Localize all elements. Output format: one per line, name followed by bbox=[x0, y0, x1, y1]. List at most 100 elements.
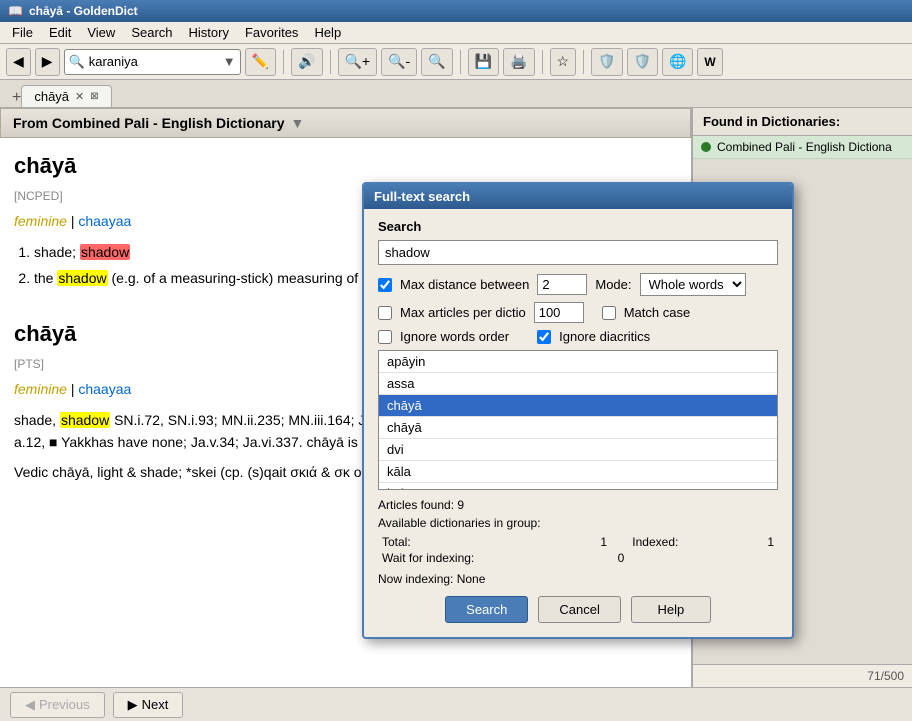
next-button[interactable]: ▶ Next bbox=[113, 692, 184, 718]
highlight-shadow-red: shadow bbox=[80, 244, 130, 260]
ignore-order-label: Ignore words order bbox=[400, 329, 509, 344]
entry-title-1: chāyā bbox=[14, 148, 677, 183]
fts-cancel-button[interactable]: Cancel bbox=[538, 596, 620, 623]
dicts-table: Total: 1 Indexed: 1 Wait for indexing: 0 bbox=[378, 534, 778, 566]
chaayaa-link-1[interactable]: chaayaa bbox=[78, 213, 131, 229]
wait-value: 0 bbox=[596, 550, 628, 566]
zoom-out-button[interactable]: 🔍- bbox=[381, 48, 417, 76]
back-button[interactable]: ◀ bbox=[6, 48, 31, 76]
fts-search-label: Search bbox=[378, 219, 778, 234]
prev-label: Previous bbox=[39, 697, 90, 712]
fts-search-input[interactable]: shadow bbox=[378, 240, 778, 265]
result-item-kala1[interactable]: kāla bbox=[379, 461, 777, 483]
stats-total-row: Total: 1 Indexed: 1 bbox=[378, 534, 778, 550]
stats-wait-row: Wait for indexing: 0 bbox=[378, 550, 778, 566]
found-header: Found in Dictionaries: bbox=[693, 108, 912, 136]
bookmark-button[interactable]: ☆ bbox=[550, 48, 577, 76]
save-button[interactable]: 💾 bbox=[468, 48, 499, 76]
menu-search[interactable]: Search bbox=[123, 23, 180, 42]
dropdown-arrow-icon[interactable]: ▼ bbox=[223, 54, 236, 69]
fts-title: Full-text search bbox=[374, 189, 470, 204]
security1-button[interactable]: 🛡️ bbox=[591, 48, 622, 76]
ignore-order-checkbox[interactable] bbox=[378, 330, 392, 344]
word-search-combo[interactable]: 🔍 karaniya ▼ bbox=[64, 49, 241, 75]
mode-label: Mode: bbox=[595, 277, 631, 292]
indexed-value: 1 bbox=[746, 534, 778, 550]
dict-header-text: From Combined Pali - English Dictionary bbox=[13, 115, 284, 131]
fts-dialog: Full-text search Search shadow Max dista… bbox=[362, 182, 794, 639]
max-distance-checkbox[interactable] bbox=[378, 278, 392, 292]
audio-button[interactable]: 🔊 bbox=[291, 48, 322, 76]
dict-result-label: Combined Pali - English Dictiona bbox=[717, 140, 892, 154]
match-case-checkbox[interactable] bbox=[602, 306, 616, 320]
navbar: ◀ Previous ▶ Next bbox=[0, 687, 912, 721]
result-item-chaya1[interactable]: chāyā bbox=[379, 395, 777, 417]
menubar: File Edit View Search History Favorites … bbox=[0, 22, 912, 44]
highlight-shadow-yellow: shadow bbox=[57, 270, 107, 286]
new-tab-button[interactable]: + bbox=[12, 89, 21, 107]
fts-search-button[interactable]: Search bbox=[445, 596, 528, 623]
next-label: Next bbox=[142, 697, 169, 712]
menu-favorites[interactable]: Favorites bbox=[237, 23, 306, 42]
max-articles-input[interactable]: 100 bbox=[534, 302, 584, 323]
fts-max-distance-row: Max distance between 2 Mode: Whole words… bbox=[378, 273, 778, 296]
fts-help-button[interactable]: Help bbox=[631, 596, 711, 623]
app-title: chāyā - GoldenDict bbox=[29, 4, 138, 18]
scan-button[interactable]: ✏️ bbox=[245, 48, 276, 76]
feminine-label-1: feminine bbox=[14, 213, 67, 229]
titlebar: 📖 chāyā - GoldenDict bbox=[0, 0, 912, 22]
tabbar: + chāyā ✕ ⊠ bbox=[0, 80, 912, 108]
ignore-diacritics-checkbox[interactable] bbox=[537, 330, 551, 344]
prev-icon: ◀ bbox=[25, 697, 35, 713]
translate-button[interactable]: 🌐 bbox=[662, 48, 693, 76]
toolbar-separator3 bbox=[460, 50, 461, 74]
tab-close-button[interactable]: ✕ bbox=[75, 90, 84, 103]
word-search-input[interactable]: karaniya bbox=[89, 54, 219, 69]
dict-dot-icon bbox=[701, 142, 711, 152]
max-articles-checkbox[interactable] bbox=[378, 306, 392, 320]
toolbar-separator4 bbox=[542, 50, 543, 74]
tab-chaya[interactable]: chāyā ✕ ⊠ bbox=[21, 85, 111, 107]
ignore-diacritics-label: Ignore diacritics bbox=[559, 329, 650, 344]
result-item-assa[interactable]: assa bbox=[379, 373, 777, 395]
print-button[interactable]: 🖨️ bbox=[503, 48, 534, 76]
menu-view[interactable]: View bbox=[79, 23, 123, 42]
tab-maximize-icon[interactable]: ⊠ bbox=[90, 91, 98, 102]
max-distance-label: Max distance between bbox=[400, 277, 529, 292]
next-icon: ▶ bbox=[128, 697, 138, 713]
dict-header: From Combined Pali - English Dictionary … bbox=[0, 108, 691, 138]
dict-result-item[interactable]: Combined Pali - English Dictiona bbox=[693, 136, 912, 159]
wait-label: Wait for indexing: bbox=[378, 550, 596, 566]
total-value: 1 bbox=[596, 534, 628, 550]
wiki-button[interactable]: W bbox=[697, 48, 722, 76]
app-icon: 📖 bbox=[8, 4, 23, 18]
result-item-kala2[interactable]: kāla bbox=[379, 483, 777, 490]
result-item-dvi[interactable]: dvi bbox=[379, 439, 777, 461]
indexed-label: Indexed: bbox=[628, 534, 746, 550]
security2-button[interactable]: 🛡️ bbox=[627, 48, 658, 76]
menu-help[interactable]: Help bbox=[306, 23, 349, 42]
zoom-in-button[interactable]: 🔍+ bbox=[338, 48, 378, 76]
prev-button[interactable]: ◀ Previous bbox=[10, 692, 105, 718]
highlight-shadow-2: shadow bbox=[60, 412, 110, 428]
toolbar-separator5 bbox=[583, 50, 584, 74]
result-item-chaya2[interactable]: chāyā bbox=[379, 417, 777, 439]
menu-file[interactable]: File bbox=[4, 23, 41, 42]
max-distance-input[interactable]: 2 bbox=[537, 274, 587, 295]
page-counter: 71/500 bbox=[693, 664, 912, 687]
mode-select[interactable]: Whole words Plain text Regex bbox=[640, 273, 746, 296]
fts-results-list[interactable]: apāyin assa chāyā chāyā dvi kāla kāla sā… bbox=[378, 350, 778, 490]
fts-titlebar: Full-text search bbox=[364, 184, 792, 209]
result-item-apāyin[interactable]: apāyin bbox=[379, 351, 777, 373]
forward-button[interactable]: ▶ bbox=[35, 48, 60, 76]
search-icon: 🔍 bbox=[69, 54, 85, 70]
menu-history[interactable]: History bbox=[181, 23, 237, 42]
menu-edit[interactable]: Edit bbox=[41, 23, 79, 42]
tab-label: chāyā bbox=[34, 89, 69, 104]
total-label: Total: bbox=[378, 534, 596, 550]
zoom-reset-button[interactable]: 🔍 bbox=[421, 48, 452, 76]
toolbar-separator bbox=[283, 50, 284, 74]
max-articles-label: Max articles per dictio bbox=[400, 305, 526, 320]
chaayaa-link-2[interactable]: chaayaa bbox=[78, 381, 131, 397]
fts-body: Search shadow Max distance between 2 Mod… bbox=[364, 209, 792, 637]
